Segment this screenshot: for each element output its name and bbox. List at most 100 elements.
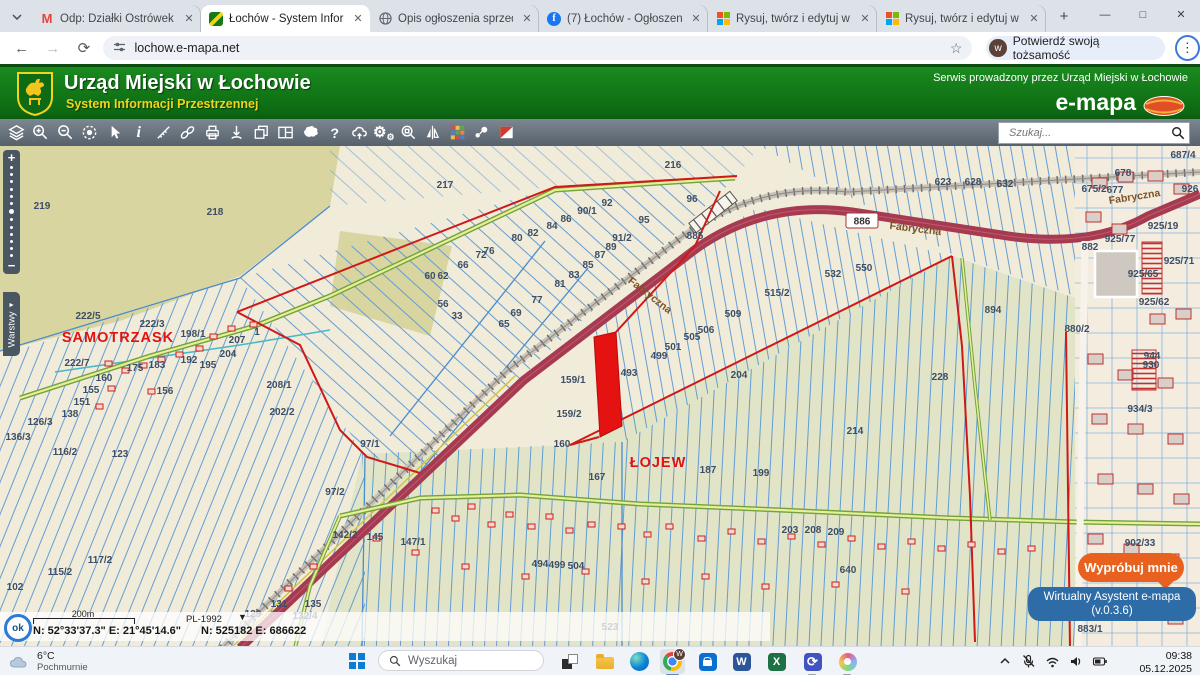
excel-button[interactable]: X: [764, 649, 789, 674]
tool-link[interactable]: [176, 121, 201, 145]
map-search[interactable]: [998, 122, 1190, 144]
start-button[interactable]: [349, 653, 365, 669]
assistant-try-me-button[interactable]: Wypróbuj mnie: [1078, 553, 1184, 582]
zoom-level-dot[interactable]: [10, 240, 13, 243]
tool-compare-layers[interactable]: [494, 121, 519, 145]
zoom-level-dot[interactable]: [10, 226, 13, 229]
tool-cloud-services[interactable]: [347, 121, 372, 145]
edge-button[interactable]: [627, 649, 652, 674]
map-viewport[interactable]: 886 2192182162179290/1969588586848280767…: [0, 146, 1200, 646]
zoom-level-dot[interactable]: [10, 188, 13, 191]
tab-close-icon[interactable]: ✕: [519, 11, 535, 27]
bookmark-star-icon[interactable]: ☆: [950, 40, 963, 57]
folder-icon: [596, 657, 614, 669]
tool-mosaic[interactable]: [445, 121, 470, 145]
browser-menu-icon[interactable]: ⋮: [1175, 35, 1200, 61]
mic-off-icon[interactable]: [1021, 654, 1036, 668]
site-settings-icon[interactable]: [113, 41, 126, 56]
cloud-icon: [8, 654, 32, 669]
zoom-level-dot[interactable]: [10, 247, 13, 250]
tool-split-view[interactable]: [274, 121, 299, 145]
window-restore-button[interactable]: □: [1124, 0, 1162, 30]
parcel-label: 147/1: [400, 537, 425, 548]
forward-icon[interactable]: →: [41, 40, 64, 57]
zoom-level-dot[interactable]: [10, 173, 13, 176]
ok-button[interactable]: ok: [4, 614, 32, 642]
tool-info[interactable]: i: [127, 121, 152, 145]
zoom-level-dot-current[interactable]: [9, 209, 14, 214]
weather-widget[interactable]: 6°C Pochmurnie: [8, 650, 88, 673]
search-input[interactable]: [1007, 126, 1171, 140]
tab-close-icon[interactable]: ✕: [688, 11, 704, 27]
new-tab-button[interactable]: +: [1052, 5, 1076, 29]
reload-icon[interactable]: ⟳: [72, 39, 95, 57]
zoom-level-dot[interactable]: [10, 233, 13, 236]
search-icon[interactable]: [1171, 126, 1185, 140]
taskbar-search[interactable]: Wyszukaj: [378, 650, 544, 671]
tool-mirror[interactable]: [421, 121, 446, 145]
zoom-level-dot[interactable]: [10, 180, 13, 183]
zoom-level-dot[interactable]: [10, 218, 13, 221]
url-text[interactable]: lochow.e-mapa.net: [134, 41, 941, 55]
zoom-level-dot[interactable]: [10, 166, 13, 169]
tool-cluster[interactable]: [470, 121, 495, 145]
tool-select-region[interactable]: [78, 121, 103, 145]
building: [210, 334, 217, 339]
zoom-level-dot[interactable]: [10, 202, 13, 205]
layers-panel-tab[interactable]: Warstwy▼: [3, 292, 20, 356]
tab-close-icon[interactable]: ✕: [181, 11, 197, 27]
tool-settings[interactable]: ⚙⚙: [372, 121, 397, 145]
building: [818, 542, 825, 547]
tab-offer-description[interactable]: Opis ogłoszenia sprzedaży ✕: [370, 5, 539, 32]
map-zoom-in-button[interactable]: +: [8, 151, 16, 164]
profile-button[interactable]: w Potwierdź swoją tożsamość: [986, 36, 1164, 60]
remote-app-button[interactable]: ⟳: [800, 649, 825, 674]
building: [228, 326, 235, 331]
tab-facebook[interactable]: f (7) Łochów - Ogłoszenia | ✕: [539, 5, 708, 32]
tool-duplicate-view[interactable]: [249, 121, 274, 145]
tool-area-select[interactable]: [298, 121, 323, 145]
tool-add-point[interactable]: [225, 121, 250, 145]
address-bar[interactable]: lochow.e-mapa.net ☆: [103, 36, 972, 60]
paint-button[interactable]: [835, 649, 860, 674]
tab-office-draw-1[interactable]: Rysuj, twórz i edytuj w apli ✕: [708, 5, 877, 32]
taskbar-clock[interactable]: 09:38 05.12.2025: [1139, 650, 1192, 675]
tool-help[interactable]: ?: [323, 121, 348, 145]
building: [1148, 171, 1163, 181]
window-minimize-button[interactable]: —: [1086, 0, 1124, 30]
building: [698, 536, 705, 541]
tool-print[interactable]: [200, 121, 225, 145]
cadastral-map[interactable]: 886 2192182162179290/1969588586848280767…: [0, 146, 1200, 646]
tool-measure[interactable]: [151, 121, 176, 145]
tool-layers[interactable]: [4, 121, 29, 145]
volume-icon[interactable]: [1069, 655, 1083, 668]
file-explorer-button[interactable]: [592, 649, 617, 674]
tab-menu-chevron-icon[interactable]: [6, 6, 28, 28]
word-button[interactable]: W: [729, 649, 754, 674]
wifi-icon[interactable]: [1045, 655, 1060, 668]
back-icon[interactable]: ←: [10, 40, 33, 57]
tab-gmail[interactable]: M Odp: Działki Ostrówek Wę ✕: [32, 5, 201, 32]
chrome-icon: W: [663, 652, 682, 671]
crs-dropdown-icon[interactable]: ▼: [238, 612, 247, 622]
microsoft-store-button[interactable]: [695, 649, 720, 674]
battery-icon[interactable]: [1092, 655, 1108, 668]
tool-pointer[interactable]: [102, 121, 127, 145]
virtual-assistant-button[interactable]: Wirtualny Asystent e-mapa (v.0.3.6): [1028, 587, 1196, 621]
tool-find-parcel[interactable]: [396, 121, 421, 145]
zoom-level-dot[interactable]: [10, 195, 13, 198]
tool-zoom-in[interactable]: [29, 121, 54, 145]
tab-lochow-active[interactable]: Łochów - System Informac ✕: [201, 5, 370, 32]
zoom-level-dot[interactable]: [10, 254, 13, 257]
window-close-button[interactable]: ✕: [1162, 0, 1200, 30]
tab-office-draw-2[interactable]: Rysuj, twórz i edytuj w apli ✕: [877, 5, 1046, 32]
tab-close-icon[interactable]: ✕: [1026, 11, 1042, 27]
map-zoom-out-button[interactable]: −: [8, 259, 16, 272]
tab-close-icon[interactable]: ✕: [350, 11, 366, 27]
tab-close-icon[interactable]: ✕: [857, 11, 873, 27]
tray-chevron-up-icon[interactable]: [998, 655, 1012, 667]
chrome-button[interactable]: W: [660, 649, 685, 674]
task-view-button[interactable]: [557, 649, 582, 674]
tool-zoom-out[interactable]: [53, 121, 78, 145]
crs-selector[interactable]: PL-1992: [186, 614, 222, 625]
